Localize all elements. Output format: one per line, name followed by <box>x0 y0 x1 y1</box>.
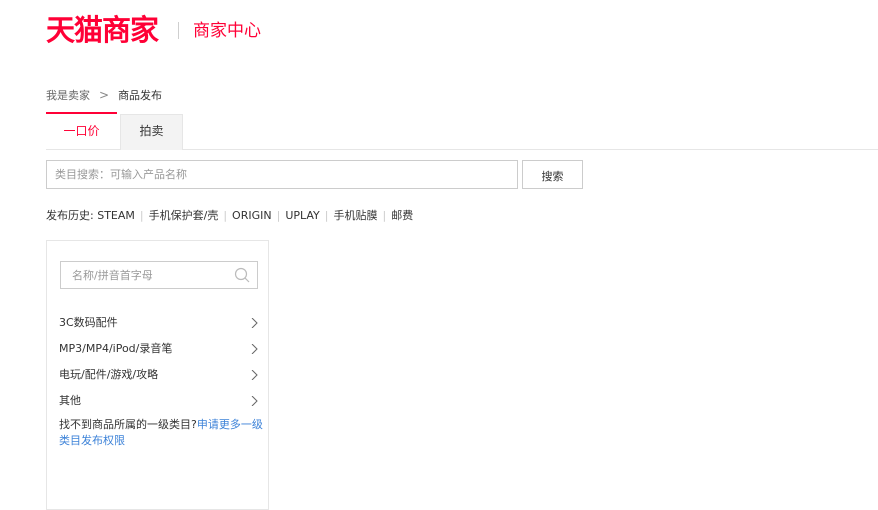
publish-history: 发布历史: STEAM | 手机保护套/壳 | ORIGIN | UPLAY | 手机贴膜 | 邮费 <box>46 209 413 223</box>
history-item-steam[interactable]: STEAM <box>97 209 135 222</box>
category-item-mp3-mp4[interactable]: MP3/MP4/iPod/录音笔 <box>59 336 259 362</box>
history-divider: | <box>382 209 387 222</box>
tab-fixed-price[interactable]: 一口价 <box>46 112 117 149</box>
category-filter <box>60 261 258 289</box>
category-search-input[interactable] <box>46 160 518 189</box>
tmall-logo[interactable]: 天猫商家 <box>46 12 159 48</box>
breadcrumb: 我是卖家 > 商品发布 <box>46 88 162 103</box>
logo-divider <box>178 22 179 39</box>
category-item-other[interactable]: 其他 <box>59 388 259 414</box>
search-button[interactable]: 搜索 <box>522 160 583 189</box>
category-panel: 3C数码配件 MP3/MP4/iPod/录音笔 电玩/配件/游戏/攻略 其他 找… <box>46 240 269 510</box>
breadcrumb-root-link[interactable]: 我是卖家 <box>46 89 90 102</box>
category-permission-notice: 找不到商品所属的一级类目?申请更多一级类目发布权限 <box>59 417 264 449</box>
category-filter-input[interactable] <box>61 262 242 288</box>
chevron-right-icon <box>251 318 258 328</box>
category-item-label: 3C数码配件 <box>59 316 118 329</box>
history-item-origin[interactable]: ORIGIN <box>232 209 272 222</box>
tab-auction[interactable]: 拍卖 <box>120 114 183 150</box>
merchant-center-title[interactable]: 商家中心 <box>193 19 261 43</box>
category-list: 3C数码配件 MP3/MP4/iPod/录音笔 电玩/配件/游戏/攻略 其他 <box>59 310 259 414</box>
category-item-label: 其他 <box>59 394 81 407</box>
history-divider: | <box>139 209 144 222</box>
breadcrumb-separator-icon: > <box>99 88 110 102</box>
history-divider: | <box>223 209 228 222</box>
chevron-right-icon <box>251 370 258 380</box>
history-item-phone-case[interactable]: 手机保护套/壳 <box>149 209 219 222</box>
publish-mode-tabs: 一口价 拍卖 <box>46 112 878 150</box>
category-item-3c-accessories[interactable]: 3C数码配件 <box>59 310 259 336</box>
history-item-postage[interactable]: 邮费 <box>391 209 413 222</box>
category-item-label: 电玩/配件/游戏/攻略 <box>59 368 159 381</box>
breadcrumb-current: 商品发布 <box>118 89 163 102</box>
category-item-video-games[interactable]: 电玩/配件/游戏/攻略 <box>59 362 259 388</box>
chevron-right-icon <box>251 344 258 354</box>
history-item-screen-protector[interactable]: 手机贴膜 <box>334 209 378 222</box>
notice-text: 找不到商品所属的一级类目? <box>59 418 197 431</box>
history-divider: | <box>276 209 281 222</box>
publish-history-label: 发布历史: <box>46 209 94 222</box>
history-divider: | <box>324 209 329 222</box>
search-icon[interactable] <box>233 266 251 284</box>
category-item-label: MP3/MP4/iPod/录音笔 <box>59 342 173 355</box>
history-item-uplay[interactable]: UPLAY <box>285 209 319 222</box>
chevron-right-icon <box>251 396 258 406</box>
